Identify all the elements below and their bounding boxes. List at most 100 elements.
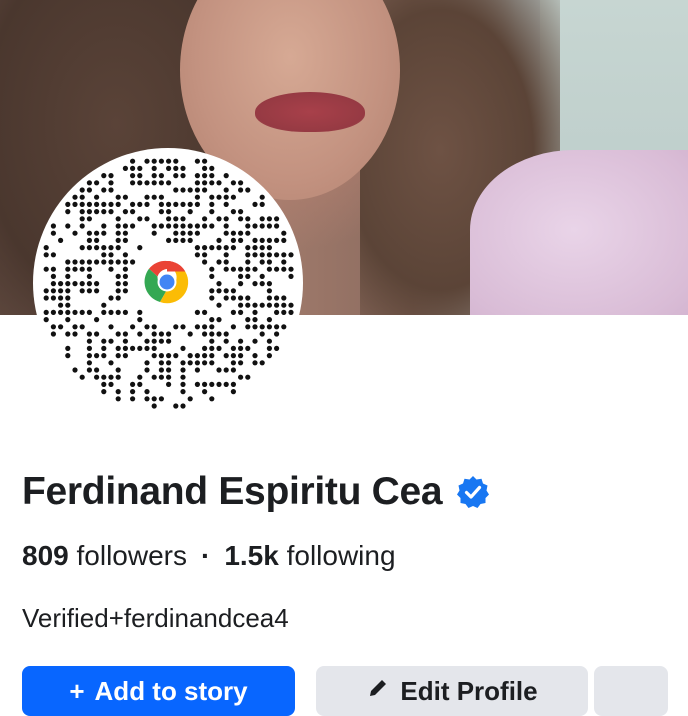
qr-dot [223, 288, 229, 294]
qr-dot [238, 273, 244, 279]
qr-dot [158, 353, 164, 359]
qr-dot [115, 245, 121, 251]
qr-dot [266, 353, 272, 359]
qr-dot [166, 331, 172, 337]
qr-dot [158, 360, 164, 366]
qr-dot [101, 259, 107, 265]
qr-dot [238, 374, 244, 380]
qr-dot [101, 252, 107, 258]
qr-dot [115, 223, 121, 229]
qr-dot [94, 259, 100, 265]
qr-dot [230, 345, 236, 351]
qr-dot [252, 353, 258, 359]
qr-dot [252, 302, 258, 308]
qr-dot [115, 281, 121, 287]
qr-dot [58, 281, 64, 287]
qr-dot [137, 331, 143, 337]
qr-dot [122, 266, 128, 272]
qr-dot [101, 353, 107, 359]
qr-dot [216, 331, 222, 337]
qr-dot [238, 216, 244, 222]
qr-dot [86, 266, 92, 272]
qr-dot [65, 209, 71, 215]
qr-dot [281, 302, 287, 308]
following-link[interactable]: 1.5k following [224, 540, 395, 571]
qr-dot [65, 223, 71, 229]
qr-dot [245, 216, 251, 222]
qr-dot [245, 324, 251, 330]
qr-dot [281, 266, 287, 272]
qr-dot [194, 324, 200, 330]
qr-dot [187, 396, 193, 402]
qr-dot [216, 245, 222, 251]
pencil-icon [366, 676, 390, 707]
qr-dot [259, 252, 265, 258]
qr-dot [216, 180, 222, 186]
qr-dot [122, 281, 128, 287]
qr-dot [130, 324, 136, 330]
qr-dot [194, 309, 200, 315]
qr-dot [187, 353, 193, 359]
qr-dot [259, 281, 265, 287]
qr-dot [101, 187, 107, 193]
qr-dot [266, 216, 272, 222]
qr-dot [79, 216, 85, 222]
qr-dot [158, 223, 164, 229]
qr-dot [216, 237, 222, 243]
more-options-button[interactable] [594, 666, 668, 716]
qr-dot [108, 266, 114, 272]
followers-link[interactable]: 809 followers [22, 540, 187, 571]
qr-dot [50, 281, 56, 287]
qr-dot [122, 223, 128, 229]
qr-dot [187, 187, 193, 193]
qr-dot [274, 345, 280, 351]
qr-dot [151, 353, 157, 359]
qr-dot [259, 302, 265, 308]
qr-dot [209, 223, 215, 229]
qr-dot [259, 324, 265, 330]
qr-dot [43, 295, 49, 301]
qr-dot [230, 237, 236, 243]
qr-dot [122, 331, 128, 337]
qr-dot [137, 165, 143, 171]
qr-dot [238, 353, 244, 359]
qr-dot [173, 187, 179, 193]
qr-dot [209, 317, 215, 323]
qr-dot [94, 317, 100, 323]
qr-dot [158, 158, 164, 164]
qr-dot [79, 259, 85, 265]
qr-dot [86, 288, 92, 294]
qr-dot [202, 309, 208, 315]
following-label: following [286, 540, 396, 571]
qr-dot [223, 252, 229, 258]
qr-dot [202, 216, 208, 222]
qr-dot [180, 374, 186, 380]
qr-dot [266, 302, 272, 308]
qr-dot [151, 158, 157, 164]
qr-dot [79, 309, 85, 315]
qr-dot [209, 381, 215, 387]
qr-dot [86, 331, 92, 337]
following-count: 1.5k [224, 540, 279, 571]
qr-dot [216, 281, 222, 287]
followers-count: 809 [22, 540, 69, 571]
qr-dot [266, 266, 272, 272]
qr-dot [115, 273, 121, 279]
qr-dot [288, 273, 294, 279]
qr-dot [137, 201, 143, 207]
qr-dot [216, 367, 222, 373]
qr-dot [65, 259, 71, 265]
qr-dot [94, 288, 100, 294]
qr-dot [108, 259, 114, 265]
qr-dot [166, 381, 172, 387]
qr-dot [86, 360, 92, 366]
qr-dot [281, 237, 287, 243]
qr-dot [209, 331, 215, 337]
edit-profile-button[interactable]: Edit Profile [316, 666, 588, 716]
qr-dot [216, 345, 222, 351]
qr-dot [144, 360, 150, 366]
qr-dot [209, 396, 215, 402]
qr-dot [281, 324, 287, 330]
qr-dot [230, 367, 236, 373]
add-to-story-button[interactable]: + Add to story [22, 666, 295, 716]
